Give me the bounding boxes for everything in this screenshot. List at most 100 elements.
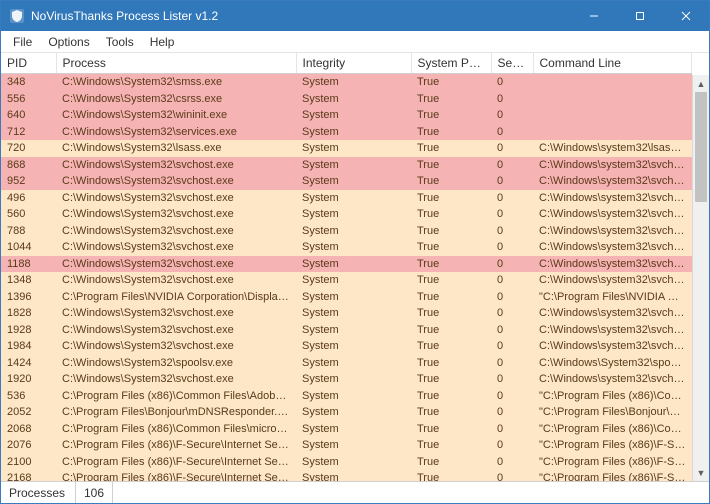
cell-integrity: System [296, 256, 411, 273]
table-row[interactable]: 2168C:\Program Files (x86)\F-Secure\Inte… [1, 470, 692, 481]
table-row[interactable]: 496C:\Windows\System32\svchost.exeSystem… [1, 190, 692, 207]
cell-pid: 2076 [1, 437, 56, 454]
col-header-pid[interactable]: PID [1, 53, 56, 74]
col-header-system-process[interactable]: System Process [411, 53, 491, 74]
cell-system-process: True [411, 355, 491, 372]
table-row[interactable]: 720C:\Windows\System32\lsass.exeSystemTr… [1, 140, 692, 157]
cell-process: C:\Windows\System32\smss.exe [56, 74, 296, 91]
maximize-button[interactable] [617, 1, 663, 31]
cell-session: 0 [491, 157, 533, 174]
cell-integrity: System [296, 157, 411, 174]
cell-process: C:\Windows\System32\svchost.exe [56, 190, 296, 207]
table-row[interactable]: 1424C:\Windows\System32\spoolsv.exeSyste… [1, 355, 692, 372]
table-row[interactable]: 536C:\Program Files (x86)\Common Files\A… [1, 388, 692, 405]
cell-session: 0 [491, 190, 533, 207]
cell-system-process: True [411, 470, 491, 481]
cell-system-process: True [411, 388, 491, 405]
cell-command-line: C:\Windows\system32\svchost.exe -k Dc [533, 157, 692, 174]
cell-system-process: True [411, 322, 491, 339]
table-row[interactable]: 1928C:\Windows\System32\svchost.exeSyste… [1, 322, 692, 339]
table-row[interactable]: 1828C:\Windows\System32\svchost.exeSyste… [1, 305, 692, 322]
table-row[interactable]: 1044C:\Windows\System32\svchost.exeSyste… [1, 239, 692, 256]
statusbar: Processes 106 [1, 481, 709, 503]
cell-pid: 560 [1, 206, 56, 223]
cell-integrity: System [296, 289, 411, 306]
cell-integrity: System [296, 190, 411, 207]
cell-pid: 1984 [1, 338, 56, 355]
cell-integrity: System [296, 454, 411, 471]
cell-system-process: True [411, 371, 491, 388]
cell-integrity: System [296, 107, 411, 124]
cell-integrity: System [296, 124, 411, 141]
cell-process: C:\Windows\System32\spoolsv.exe [56, 355, 296, 372]
cell-process: C:\Windows\System32\csrss.exe [56, 91, 296, 108]
scroll-track[interactable] [693, 92, 709, 464]
vertical-scrollbar[interactable]: ▲ ▼ [692, 75, 709, 481]
table-row[interactable]: 640C:\Windows\System32\wininit.exeSystem… [1, 107, 692, 124]
app-icon [9, 8, 25, 24]
table-row[interactable]: 1396C:\Program Files\NVIDIA Corporation\… [1, 289, 692, 306]
table-row[interactable]: 556C:\Windows\System32\csrss.exeSystemTr… [1, 91, 692, 108]
menu-options[interactable]: Options [40, 33, 97, 51]
cell-integrity: System [296, 437, 411, 454]
table-row[interactable]: 1348C:\Windows\System32\svchost.exeSyste… [1, 272, 692, 289]
cell-integrity: System [296, 91, 411, 108]
scroll-down-arrow-icon[interactable]: ▼ [693, 464, 709, 481]
table-row[interactable]: 952C:\Windows\System32\svchost.exeSystem… [1, 173, 692, 190]
cell-integrity: System [296, 388, 411, 405]
menu-tools[interactable]: Tools [98, 33, 142, 51]
cell-pid: 868 [1, 157, 56, 174]
menu-file[interactable]: File [5, 33, 40, 51]
col-header-command-line[interactable]: Command Line [533, 53, 692, 74]
scroll-thumb[interactable] [695, 92, 707, 202]
cell-pid: 2100 [1, 454, 56, 471]
cell-command-line: "C:\Program Files (x86)\Common Files\Mic… [533, 421, 692, 438]
cell-process: C:\Windows\System32\svchost.exe [56, 157, 296, 174]
table-row[interactable]: 2100C:\Program Files (x86)\F-Secure\Inte… [1, 454, 692, 471]
table-row[interactable]: 788C:\Windows\System32\svchost.exeSystem… [1, 223, 692, 240]
cell-integrity: System [296, 338, 411, 355]
menu-help[interactable]: Help [142, 33, 183, 51]
table-row[interactable]: 868C:\Windows\System32\svchost.exeSystem… [1, 157, 692, 174]
table-row[interactable]: 2076C:\Program Files (x86)\F-Secure\Inte… [1, 437, 692, 454]
cell-process: C:\Windows\System32\wininit.exe [56, 107, 296, 124]
cell-session: 0 [491, 404, 533, 421]
cell-system-process: True [411, 421, 491, 438]
cell-session: 0 [491, 74, 533, 91]
col-header-process[interactable]: Process [56, 53, 296, 74]
cell-system-process: True [411, 256, 491, 273]
cell-session: 0 [491, 206, 533, 223]
table-row[interactable]: 560C:\Windows\System32\svchost.exeSystem… [1, 206, 692, 223]
table-row[interactable]: 2052C:\Program Files\Bonjour\mDNSRespond… [1, 404, 692, 421]
cell-system-process: True [411, 454, 491, 471]
cell-process: C:\Program Files (x86)\Common Files\micr… [56, 421, 296, 438]
cell-command-line: "C:\Program Files (x86)\F-Secure\Interne [533, 454, 692, 471]
table-header-row: PID Process Integrity System Process Ses… [1, 53, 692, 74]
table-row[interactable]: 1984C:\Windows\System32\svchost.exeSyste… [1, 338, 692, 355]
scroll-up-arrow-icon[interactable]: ▲ [693, 75, 709, 92]
titlebar[interactable]: NoVirusThanks Process Lister v1.2 [1, 1, 709, 31]
cell-session: 0 [491, 454, 533, 471]
cell-pid: 2052 [1, 404, 56, 421]
cell-integrity: System [296, 74, 411, 91]
table-row[interactable]: 2068C:\Program Files (x86)\Common Files\… [1, 421, 692, 438]
col-header-integrity[interactable]: Integrity [296, 53, 411, 74]
cell-session: 0 [491, 371, 533, 388]
cell-process: C:\Program Files\Bonjour\mDNSResponder.e… [56, 404, 296, 421]
cell-process: C:\Windows\System32\svchost.exe [56, 322, 296, 339]
table-row[interactable]: 1188C:\Windows\System32\svchost.exeSyste… [1, 256, 692, 273]
cell-command-line [533, 74, 692, 91]
table-row[interactable]: 1920C:\Windows\System32\svchost.exeSyste… [1, 371, 692, 388]
cell-process: C:\Windows\System32\svchost.exe [56, 371, 296, 388]
cell-system-process: True [411, 223, 491, 240]
cell-pid: 1188 [1, 256, 56, 273]
cell-session: 0 [491, 107, 533, 124]
cell-command-line [533, 124, 692, 141]
col-header-session[interactable]: Session [491, 53, 533, 74]
cell-pid: 1044 [1, 239, 56, 256]
table-row[interactable]: 348C:\Windows\System32\smss.exeSystemTru… [1, 74, 692, 91]
table-row[interactable]: 712C:\Windows\System32\services.exeSyste… [1, 124, 692, 141]
process-table[interactable]: PID Process Integrity System Process Ses… [1, 53, 692, 481]
close-button[interactable] [663, 1, 709, 31]
minimize-button[interactable] [571, 1, 617, 31]
